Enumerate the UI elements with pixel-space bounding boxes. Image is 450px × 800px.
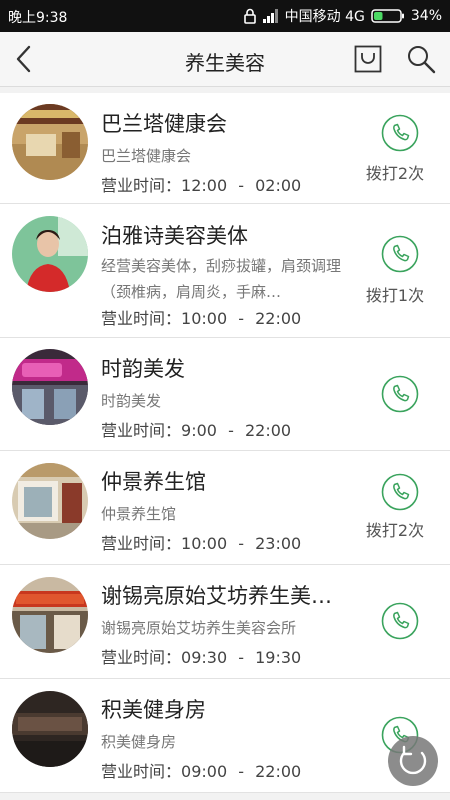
phone-icon[interactable]	[381, 114, 419, 152]
shop-avatar	[12, 463, 88, 539]
shop-avatar	[12, 104, 88, 180]
business-hours: 营业时间：10:00-23:00	[101, 530, 301, 554]
carrier-label: 中国移动 4G	[284, 9, 365, 25]
open-time: 09:00	[181, 762, 228, 781]
bag-icon[interactable]	[354, 45, 382, 73]
open-time: 9:00	[181, 421, 217, 440]
shop-description: 仲景养生馆	[101, 505, 177, 523]
open-time: 09:30	[181, 648, 228, 667]
shop-name: 仲景养生馆	[101, 470, 206, 494]
close-time: 19:30	[255, 648, 302, 667]
close-time: 02:00	[255, 176, 302, 195]
refresh-icon	[399, 745, 427, 775]
call-count: 拨打2次	[365, 164, 425, 183]
hours-dash: -	[238, 648, 245, 667]
page-title: 养生美容	[185, 51, 265, 75]
shop-photo	[12, 577, 88, 653]
shop-avatar	[12, 349, 88, 425]
shop-description: 巴兰塔健康会	[101, 147, 192, 165]
shop-photo	[12, 691, 88, 767]
call-count: 拨打1次	[365, 286, 425, 305]
business-hours: 营业时间：9:00-22:00	[101, 417, 291, 441]
open-time: 10:00	[181, 534, 228, 553]
shop-name: 谢锡亮原始艾坊养生美…	[101, 584, 332, 608]
phone-icon[interactable]	[381, 235, 419, 273]
refresh-button[interactable]	[388, 736, 438, 786]
lock-icon	[243, 8, 256, 24]
battery-icon	[371, 9, 404, 23]
nav-bar: 养生美容	[0, 32, 450, 87]
shop-row[interactable]: 谢锡亮原始艾坊养生美… 谢锡亮原始艾坊养生美容会所 营业时间：09:30-19:…	[0, 565, 450, 679]
hours-label: 营业时间：	[101, 534, 182, 553]
hours-label: 营业时间：	[101, 176, 182, 195]
status-icons: 中国移动 4G 34%	[243, 0, 442, 32]
business-hours: 营业时间：10:00-22:00	[101, 305, 301, 329]
shop-photo	[12, 104, 88, 180]
close-time: 22:00	[255, 309, 302, 328]
hours-dash: -	[238, 309, 245, 328]
shop-description: 谢锡亮原始艾坊养生美容会所	[101, 619, 297, 637]
shop-name: 积美健身房	[101, 698, 206, 722]
business-hours: 营业时间：09:00-22:00	[101, 758, 301, 782]
shop-row[interactable]: 仲景养生馆 仲景养生馆 营业时间：10:00-23:00 拨打2次	[0, 451, 450, 565]
signal-icon	[262, 9, 278, 23]
shop-description: 时韵美发	[101, 392, 162, 410]
shop-avatar	[12, 577, 88, 653]
shop-row[interactable]: 积美健身房 积美健身房 营业时间：09:00-22:00	[0, 679, 450, 793]
close-time: 23:00	[255, 534, 302, 553]
open-time: 12:00	[181, 176, 228, 195]
hours-label: 营业时间：	[101, 421, 182, 440]
hours-dash: -	[238, 176, 245, 195]
shop-name: 时韵美发	[101, 357, 185, 381]
shop-list: 巴兰塔健康会 巴兰塔健康会 营业时间：12:00-02:00 拨打2次 泊雅诗美…	[0, 87, 450, 800]
hours-label: 营业时间：	[101, 648, 182, 667]
person-photo	[12, 216, 88, 292]
status-bar: 晚上9:38 中国移动 4G 34%	[0, 0, 450, 32]
close-time: 22:00	[244, 421, 292, 440]
shop-description: 积美健身房	[101, 733, 177, 751]
shop-row[interactable]: 泊雅诗美容美体 经营美容美体，刮痧拔罐，肩颈调理（颈椎病，肩周炎，手麻… 营业时…	[0, 204, 450, 338]
shop-row[interactable]: 时韵美发 时韵美发 营业时间：9:00-22:00	[0, 338, 450, 451]
hours-dash: -	[228, 421, 234, 440]
phone-icon[interactable]	[381, 375, 419, 413]
shop-avatar	[12, 691, 88, 767]
shop-name: 巴兰塔健康会	[101, 112, 227, 136]
phone-icon[interactable]	[381, 473, 419, 511]
hours-label: 营业时间：	[101, 762, 182, 781]
call-count: 拨打2次	[365, 521, 425, 540]
shop-avatar	[12, 216, 88, 292]
phone-icon[interactable]	[381, 602, 419, 640]
search-icon[interactable]	[406, 44, 436, 74]
status-time: 晚上9:38	[8, 10, 68, 26]
shop-row[interactable]: 巴兰塔健康会 巴兰塔健康会 营业时间：12:00-02:00 拨打2次	[0, 93, 450, 204]
hours-dash: -	[238, 762, 245, 781]
business-hours: 营业时间：09:30-19:30	[101, 644, 301, 668]
shop-photo	[12, 349, 88, 425]
shop-photo	[12, 463, 88, 539]
business-hours: 营业时间：12:00-02:00	[101, 172, 301, 196]
shop-description: 经营美容美体，刮痧拔罐，肩颈调理（颈椎病，肩周炎，手麻…	[101, 257, 342, 301]
hours-dash: -	[238, 534, 245, 553]
shop-name: 泊雅诗美容美体	[101, 224, 248, 248]
battery-percent: 34%	[410, 8, 442, 24]
hours-label: 营业时间：	[101, 309, 182, 328]
open-time: 10:00	[181, 309, 228, 328]
close-time: 22:00	[255, 762, 302, 781]
